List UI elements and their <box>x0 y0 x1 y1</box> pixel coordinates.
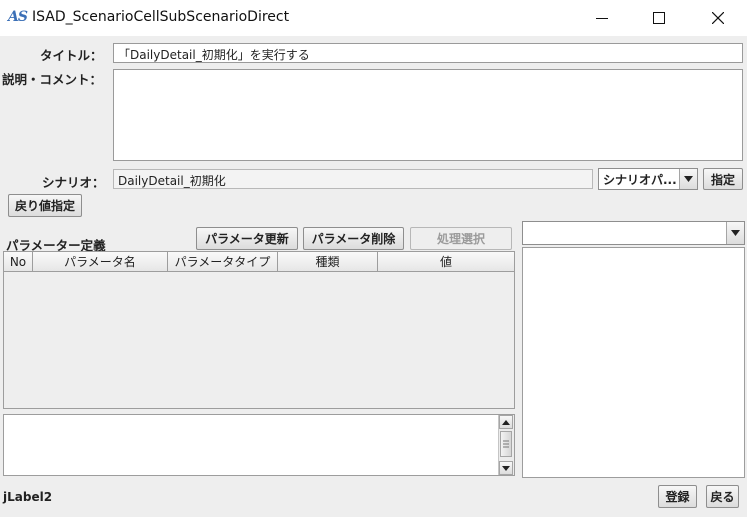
minimize-icon <box>596 18 608 19</box>
scroll-down-icon[interactable] <box>499 461 513 475</box>
scenario-input[interactable]: DailyDetail_初期化 <box>113 169 593 189</box>
close-button[interactable] <box>695 0 741 36</box>
column-header-kind[interactable]: 種類 <box>278 252 378 272</box>
right-panel-combo-value <box>523 222 726 244</box>
param-delete-button[interactable]: パラメータ削除 <box>303 227 404 250</box>
chevron-down-icon[interactable] <box>679 169 697 189</box>
right-panel-combo[interactable] <box>522 221 745 245</box>
back-button[interactable]: 戻る <box>706 485 739 508</box>
vertical-scrollbar[interactable] <box>498 415 514 475</box>
column-header-no[interactable]: No <box>4 252 33 272</box>
close-icon <box>712 12 724 24</box>
scenario-label: シナリオ： <box>42 175 105 190</box>
specify-button[interactable]: 指定 <box>703 168 743 190</box>
scroll-up-icon[interactable] <box>499 415 513 429</box>
title-label: タイトル： <box>40 48 103 63</box>
return-value-button[interactable]: 戻り値指定 <box>8 194 82 217</box>
param-update-button[interactable]: パラメータ更新 <box>196 227 298 250</box>
description-textarea[interactable] <box>3 414 515 476</box>
right-panel-list[interactable] <box>522 247 745 478</box>
window-title: ISAD_ScenarioCellSubScenarioDirect <box>32 9 290 25</box>
app-logo-icon: AS <box>8 9 28 25</box>
scenario-combo-value: シナリオパ... <box>603 173 677 187</box>
minimize-button[interactable] <box>579 0 625 36</box>
scenario-combo[interactable]: シナリオパ... <box>598 168 698 190</box>
process-select-button[interactable]: 処理選択 <box>410 227 512 250</box>
column-header-param-type[interactable]: パラメータタイプ <box>168 252 278 272</box>
chevron-down-icon[interactable] <box>726 222 744 244</box>
title-input[interactable]: 「DailyDetail_初期化」を実行する <box>113 43 743 63</box>
column-header-value[interactable]: 値 <box>378 252 514 272</box>
status-label: jLabel2 <box>3 490 53 504</box>
params-table[interactable]: No パラメータ名 パラメータタイプ 種類 値 <box>3 251 515 409</box>
maximize-button[interactable] <box>636 0 682 36</box>
params-table-header: No パラメータ名 パラメータタイプ 種類 値 <box>4 252 514 272</box>
register-button[interactable]: 登録 <box>658 485 697 508</box>
comment-label: 説明・コメント： <box>2 72 103 87</box>
comment-textarea[interactable] <box>113 69 743 161</box>
maximize-icon <box>653 12 665 24</box>
column-header-param-name[interactable]: パラメータ名 <box>33 252 168 272</box>
scroll-thumb[interactable] <box>500 431 512 457</box>
